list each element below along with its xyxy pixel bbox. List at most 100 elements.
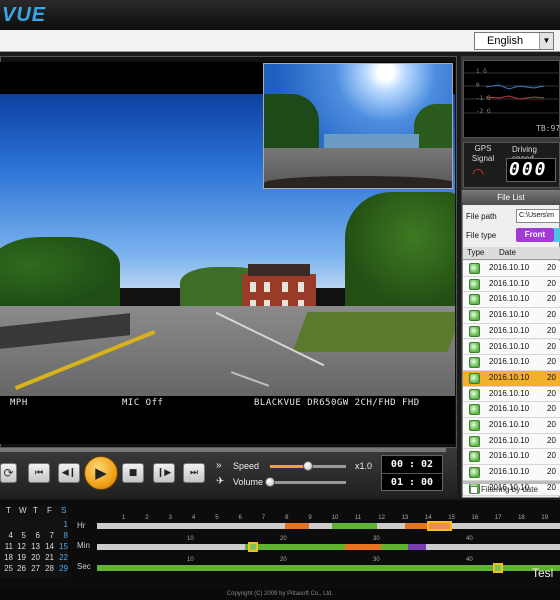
volume-label: Volume: [233, 477, 264, 487]
hr-segment[interactable]: [285, 523, 309, 529]
calendar-day[interactable]: 6: [27, 531, 40, 540]
file-path-input[interactable]: C:\Users\m: [516, 209, 560, 223]
file-list-row[interactable]: 2016.10.10 20: [463, 323, 560, 340]
file-list-row[interactable]: 2016.10.10 20: [463, 465, 560, 481]
calendar-day[interactable]: 5: [13, 531, 26, 540]
calendar-day[interactable]: 8: [55, 531, 68, 540]
calendar-day[interactable]: 25: [0, 564, 13, 573]
file-list-row[interactable]: 2016.10.10 20: [463, 402, 560, 418]
filter-by-date[interactable]: Filtering by date: [470, 485, 538, 494]
file-time: 20: [547, 451, 556, 461]
speed-slider-knob[interactable]: [303, 461, 313, 471]
calendar-day[interactable]: 18: [0, 553, 13, 562]
calendar-day[interactable]: 21: [41, 553, 54, 562]
time-total: 01 : 00: [382, 473, 442, 490]
stop-button[interactable]: ■: [122, 463, 144, 483]
calendar-day[interactable]: 13: [27, 542, 40, 551]
speed-label: Speed: [233, 461, 260, 471]
file-list-row[interactable]: 2016.10.10 20: [463, 276, 560, 293]
calendar-day[interactable]: 22: [55, 553, 68, 562]
calendar-day[interactable]: 12: [13, 542, 26, 551]
hr-segment[interactable]: [332, 523, 377, 529]
calendar-weekday: T: [6, 506, 11, 515]
title-bar: VUE: [0, 0, 560, 30]
file-list-row[interactable]: 2016.10.10 20: [463, 261, 560, 277]
hr-selection[interactable]: [427, 521, 452, 531]
hr-tick: 5: [215, 515, 219, 521]
calendar-day[interactable]: 28: [41, 564, 54, 573]
volume-slider[interactable]: [270, 481, 346, 484]
language-select[interactable]: English ▼: [474, 32, 554, 50]
file-list-row[interactable]: 2016.10.10 20: [463, 433, 560, 450]
calendar-day[interactable]: 15: [55, 542, 68, 551]
calendar-day[interactable]: 26: [13, 564, 26, 573]
file-list-scrollbar[interactable]: [463, 481, 560, 484]
file-time: 20: [547, 372, 556, 382]
filter-checkbox[interactable]: [470, 485, 478, 494]
hr-tick: 10: [331, 515, 339, 521]
pip-trees-right: [414, 104, 452, 149]
gps-signal-label: GPS Signal: [471, 144, 495, 163]
calendar-day[interactable]: 7: [41, 531, 54, 540]
min-segment[interactable]: [381, 544, 408, 550]
min-segment[interactable]: [245, 544, 345, 550]
calendar-day[interactable]: 4: [0, 531, 13, 540]
speed-icon: »: [216, 460, 222, 471]
file-time: 20: [547, 341, 556, 351]
copyright: Copyright (C) 2009 by Pittasoft Co., Ltd…: [0, 588, 560, 600]
min-segment[interactable]: [345, 544, 381, 550]
file-list-row[interactable]: 2016.10.10 20: [463, 370, 560, 387]
file-list-row[interactable]: 2016.10.10 20: [463, 418, 560, 434]
rear-tab[interactable]: [554, 228, 560, 242]
hr-tick: 16: [471, 515, 479, 521]
loop-icon[interactable]: ⟳: [0, 463, 17, 483]
front-tab[interactable]: Front: [516, 228, 554, 242]
seek-bar[interactable]: [0, 448, 446, 452]
video-file-icon: [469, 388, 480, 400]
hr-tick: 18: [518, 515, 525, 521]
volume-slider-knob[interactable]: [265, 477, 275, 487]
hr-tick: 6: [238, 515, 242, 521]
volume-icon: ✈: [216, 476, 225, 487]
calendar-weekday: W: [19, 506, 27, 515]
video-trees-left: [0, 237, 120, 307]
file-list-row[interactable]: 2016.10.10 20: [463, 308, 560, 324]
sec-timeline[interactable]: [97, 565, 560, 571]
video-file-icon: [469, 404, 480, 416]
video-file-icon: [469, 435, 480, 447]
calendar-day[interactable]: 29: [55, 564, 68, 573]
calendar-day[interactable]: 14: [41, 542, 54, 551]
file-list-row[interactable]: 2016.10.10 20: [463, 449, 560, 466]
calendar-day[interactable]: 27: [27, 564, 40, 573]
file-date: 2016.10.10: [489, 467, 530, 477]
video-file-icon: [469, 278, 480, 290]
file-list-row[interactable]: 2016.10.10 20: [463, 355, 560, 371]
play-button[interactable]: ▶: [84, 456, 118, 490]
min-selection[interactable]: [248, 542, 258, 552]
overlay-mic: MIC Off: [122, 398, 164, 408]
calendar-day[interactable]: 19: [13, 553, 26, 562]
video-trees-right: [345, 192, 455, 307]
hr-segment[interactable]: [405, 523, 427, 529]
prev-file-button[interactable]: ⏮: [28, 463, 50, 483]
file-time: 20: [547, 263, 556, 272]
chevron-down-icon[interactable]: ▼: [539, 33, 553, 49]
rear-camera-pip[interactable]: [263, 63, 453, 189]
file-list-row[interactable]: 2016.10.10 20: [463, 386, 560, 403]
file-time: 20: [547, 325, 556, 335]
calendar-day[interactable]: 20: [27, 553, 40, 562]
calendar-day[interactable]: 1: [55, 520, 68, 529]
filter-label: Filtering by date: [481, 485, 538, 494]
next-file-button[interactable]: ⏭: [183, 463, 205, 483]
file-time: 20: [547, 435, 556, 445]
next-frame-button[interactable]: ❙▶: [153, 463, 175, 483]
min-segment[interactable]: [408, 544, 426, 550]
sec-selection[interactable]: [493, 563, 503, 573]
file-list-row[interactable]: 2016.10.10 20: [463, 292, 560, 309]
file-list-row[interactable]: 2016.10.10 20: [463, 339, 560, 356]
prev-frame-button[interactable]: ◀❙: [58, 463, 80, 483]
file-date: 2016.10.10: [489, 404, 530, 414]
hr-tick: 8: [285, 515, 289, 521]
calendar-day[interactable]: 11: [0, 542, 13, 551]
hr-timeline[interactable]: [97, 523, 560, 529]
